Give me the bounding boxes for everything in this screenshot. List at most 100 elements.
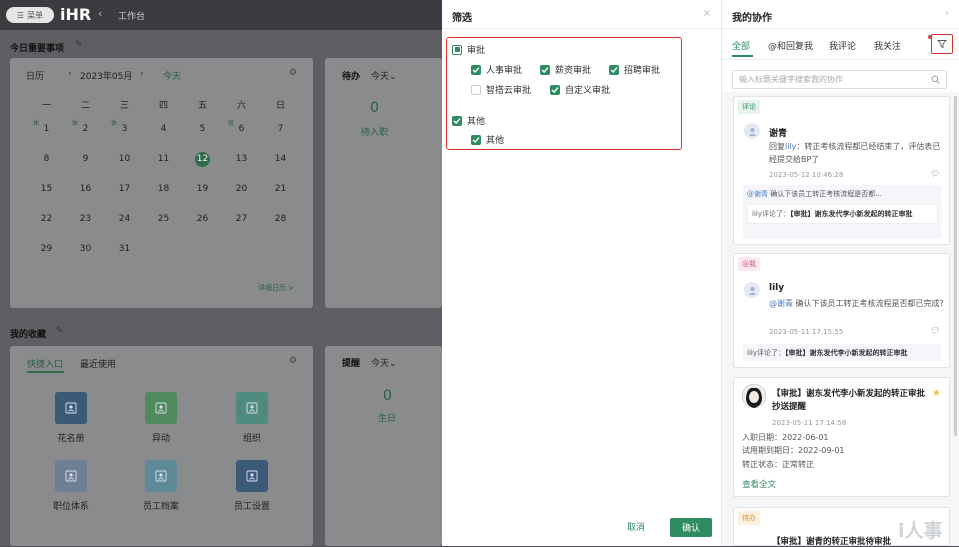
today-button[interactable]: 今天 (163, 69, 181, 82)
search-input[interactable]: 输入标题关键字搜索我的协作 (732, 70, 947, 89)
option-approval[interactable]: 薪资审批 (540, 63, 591, 76)
tab-recent[interactable]: 最近使用 (80, 357, 116, 370)
calendar-day[interactable]: 17 (105, 174, 144, 204)
reply-to[interactable]: lily (785, 142, 796, 151)
calendar-day[interactable]: 30 (66, 234, 105, 264)
day-number: 7 (277, 124, 284, 134)
day-number: 18 (157, 184, 170, 194)
divider (442, 28, 722, 29)
scrollbar[interactable] (954, 96, 957, 436)
calendar-day[interactable]: 5 (183, 114, 222, 144)
close-icon[interactable]: × (703, 8, 711, 19)
tab-comment[interactable]: 我评论 (829, 39, 856, 52)
todo-range[interactable]: 今天⌄ (371, 69, 397, 82)
settings-icon[interactable]: ⚙ (289, 356, 297, 366)
calendar-day[interactable]: 18 (144, 174, 183, 204)
confirm-button[interactable]: 确认 (670, 518, 712, 537)
shortcut-tile[interactable] (236, 392, 268, 424)
chevron-down-icon: ⌄ (389, 359, 397, 369)
calendar-day[interactable]: 27 (222, 204, 261, 234)
tab-underline (27, 371, 64, 373)
calendar-day[interactable]: 4 (144, 114, 183, 144)
option-other[interactable]: 其他 (471, 133, 504, 146)
calendar-day[interactable]: 13 (222, 144, 261, 174)
edit-icon[interactable]: ✎ (75, 40, 83, 50)
view-full-link[interactable]: 查看全文 (742, 478, 776, 490)
detail-calendar-link[interactable]: 详细日历 > (258, 283, 294, 293)
group-approval[interactable]: 审批 (452, 43, 485, 56)
calendar-day[interactable]: 20 (222, 174, 261, 204)
back-icon[interactable]: ‹ (98, 7, 102, 20)
calendar-day[interactable]: 11 (144, 144, 183, 174)
calendar-day[interactable]: 31 (105, 234, 144, 264)
calendar-day[interactable]: 15 (27, 174, 66, 204)
calendar-label: 日历 (26, 72, 45, 82)
option-approval[interactable]: 自定义审批 (550, 83, 610, 96)
tab-mention[interactable]: @和回复我 (768, 39, 813, 52)
filter-panel: 筛选 × 审批 人事审批 薪资审批 招聘审批 智搭云审批 自定义审批 其他 其他 取消 … (442, 0, 722, 546)
chevron-right-icon[interactable]: › (945, 8, 949, 19)
shortcut-tile[interactable] (55, 392, 87, 424)
calendar-day[interactable]: 14 (261, 144, 300, 174)
calendar-day[interactable]: 29 (27, 234, 66, 264)
comment-icon[interactable]: 💬︎ (930, 169, 940, 178)
shortcut-tile[interactable] (236, 460, 268, 492)
option-approval[interactable]: 人事审批 (471, 63, 522, 76)
calendar-day[interactable]: 22 (27, 204, 66, 234)
filter-button[interactable] (931, 34, 953, 54)
calendar-day[interactable]: 休3 (105, 114, 144, 144)
remind-range-text: 今天 (371, 359, 390, 369)
calendar-day[interactable]: 休2 (66, 114, 105, 144)
comment-icon[interactable]: 💬︎ (930, 326, 940, 335)
calendar-day[interactable]: 10 (105, 144, 144, 174)
option-approval[interactable]: 智搭云审批 (471, 83, 531, 96)
remind-range[interactable]: 今天⌄ (371, 356, 397, 369)
edit-icon[interactable]: ✎ (56, 326, 64, 336)
calendar-day[interactable]: 21 (261, 174, 300, 204)
calendar-day[interactable]: 8 (27, 144, 66, 174)
quote-title[interactable]: 【审批】谢东发代李小新发起的转正审批 (785, 349, 908, 357)
card-title[interactable]: 【审批】谢东发代李小新发起的转正审批抄送提醒 (772, 388, 930, 414)
cancel-button[interactable]: 取消 (627, 520, 645, 533)
quote-inner-title[interactable]: 【审批】谢东发代李小新发起的转正审批 (790, 210, 913, 218)
calendar-day[interactable]: 23 (66, 204, 105, 234)
calendar-day[interactable]: 28 (261, 204, 300, 234)
star-icon[interactable]: ★ (932, 388, 941, 399)
calendar-day[interactable]: 休1 (27, 114, 66, 144)
tab-all[interactable]: 全部 (732, 39, 750, 52)
collab-card-comment[interactable]: 评论 谢青 回复lily：转正考核流程都已经结束了，评估表已经提交给BP了 20… (733, 96, 950, 245)
day-number: 16 (79, 184, 92, 194)
day-number: 30 (79, 244, 92, 254)
shortcut-tile[interactable] (55, 460, 87, 492)
mention-user[interactable]: @谢青 (769, 299, 793, 308)
group-other[interactable]: 其他 (452, 114, 485, 127)
todo-item[interactable]: 待入职 (361, 125, 388, 138)
option-approval[interactable]: 招聘审批 (609, 63, 660, 76)
day-number: 28 (274, 214, 287, 224)
calendar-day[interactable]: 19 (183, 174, 222, 204)
calendar-day[interactable]: 7 (261, 114, 300, 144)
calendar-day[interactable]: 16 (66, 174, 105, 204)
calendar-day[interactable]: 26 (183, 204, 222, 234)
tab-follow[interactable]: 我关注 (874, 39, 901, 52)
settings-icon[interactable]: ⚙ (289, 68, 297, 78)
prev-month-icon[interactable]: ‹ (68, 69, 72, 79)
calendar-day[interactable]: 24 (105, 204, 144, 234)
weekday-header: 六 (236, 100, 246, 111)
day-badge: 休 (72, 120, 79, 127)
collab-card-cc[interactable]: 【审批】谢东发代李小新发起的转正审批抄送提醒 ★ 2023-05-11 17:1… (733, 377, 950, 497)
collab-card-mention[interactable]: @我 lily @谢青 确认下该员工转正考核流程是否都已完成? 2023-05-… (733, 253, 950, 368)
calendar-day[interactable]: 12 (183, 144, 222, 174)
tab-quick[interactable]: 快捷入口 (27, 357, 63, 370)
menu-button[interactable]: ☰ 菜单 (6, 7, 54, 23)
field-label: 入职日期： (742, 433, 782, 442)
next-month-icon[interactable]: › (140, 69, 144, 79)
tab-underline (732, 55, 753, 57)
calendar-day[interactable]: 25 (144, 204, 183, 234)
shortcut-tile[interactable] (145, 392, 177, 424)
card-title[interactable]: 【审批】谢青的转正审批待审批 (772, 535, 891, 547)
remind-item[interactable]: 生日 (378, 411, 396, 424)
calendar-day[interactable]: 9 (66, 144, 105, 174)
calendar-day[interactable]: 班6 (222, 114, 261, 144)
shortcut-tile[interactable] (145, 460, 177, 492)
